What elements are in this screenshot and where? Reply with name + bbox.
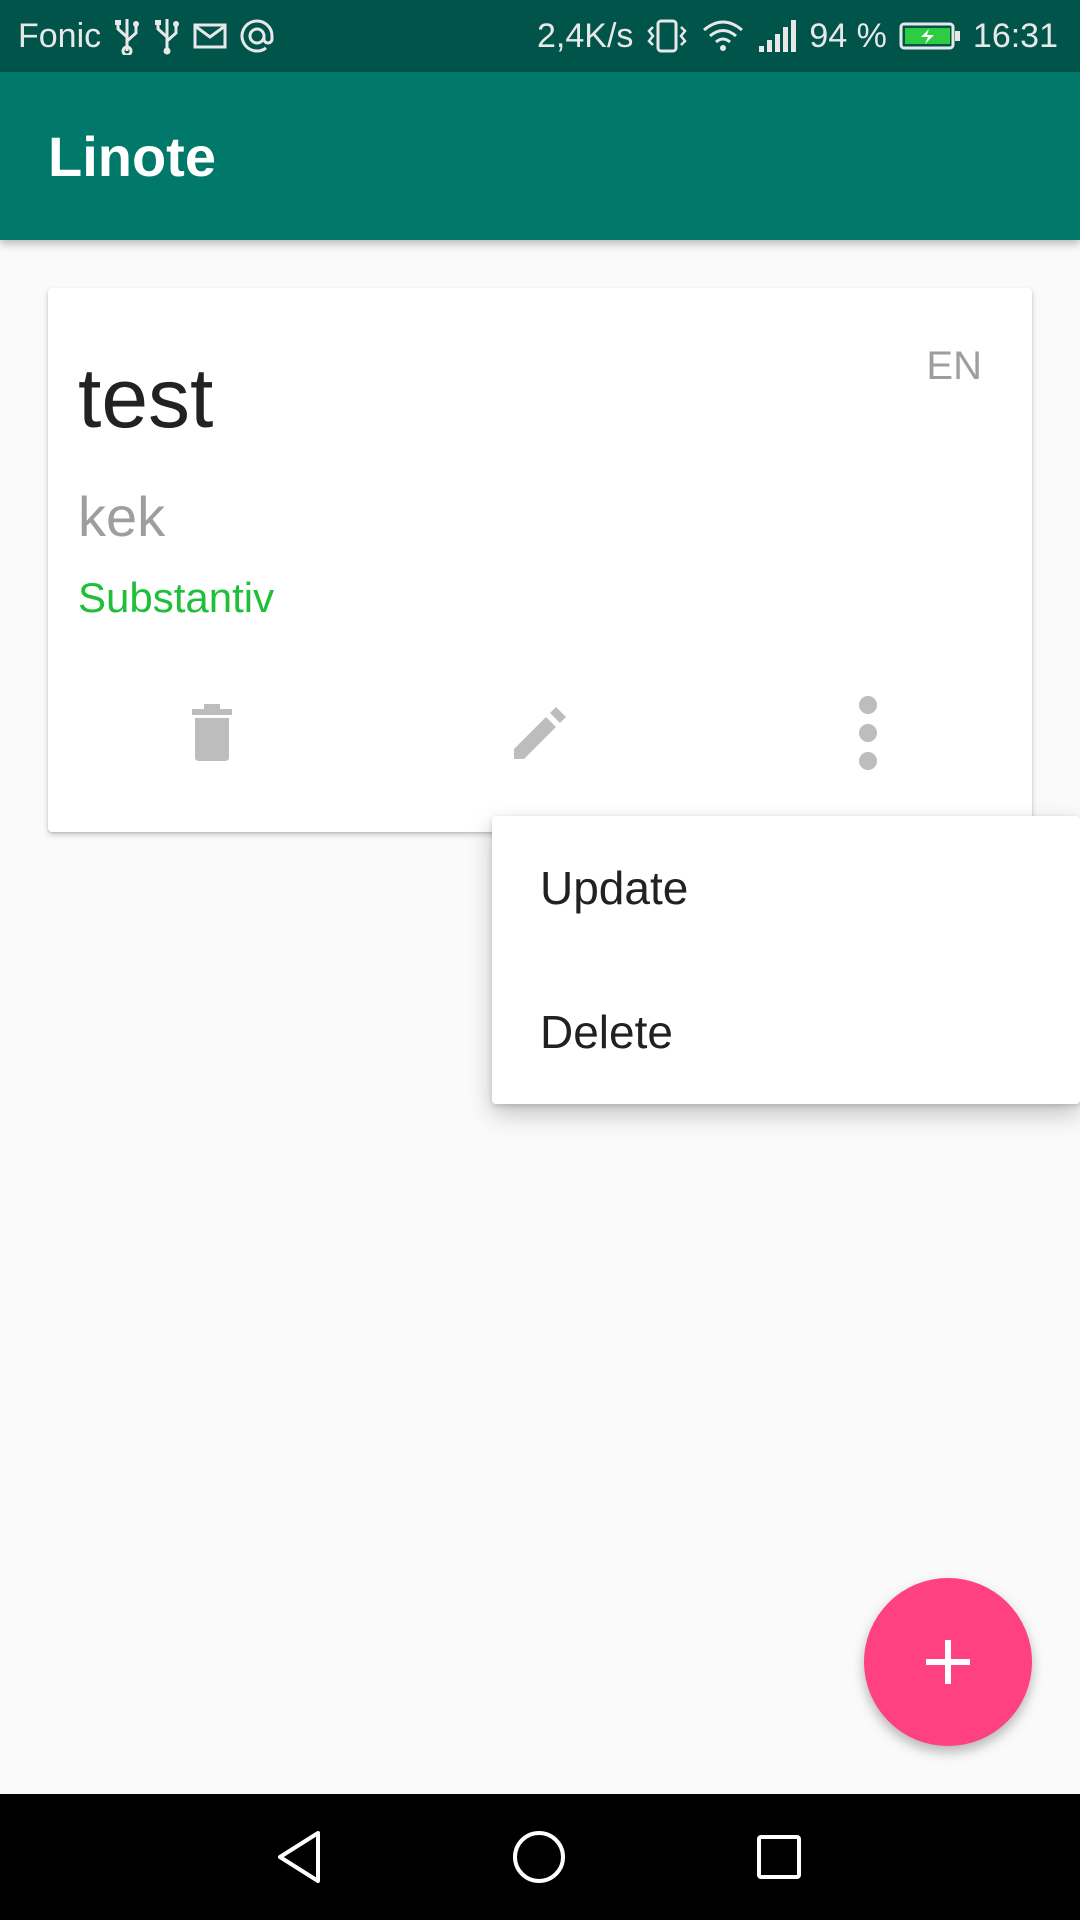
usb-icon — [113, 17, 141, 55]
note-word: test — [78, 351, 214, 445]
edit-icon — [514, 707, 566, 759]
popup-menu: Update Delete — [492, 816, 1080, 1104]
wifi-icon — [701, 18, 745, 54]
nav-recents-button[interactable] — [746, 1824, 812, 1890]
back-triangle-icon — [278, 1831, 320, 1883]
battery-percent: 94 % — [809, 16, 887, 55]
word-type-label: Substantiv — [78, 574, 275, 621]
status-bar-right: 2,4K/s 94 % 16:31 — [537, 17, 1058, 56]
vibrate-icon — [645, 18, 689, 54]
at-icon — [239, 18, 275, 54]
recents-square-icon — [757, 1835, 801, 1879]
note-translation: kek — [78, 485, 166, 548]
signal-icon — [757, 18, 797, 54]
nav-back-button[interactable] — [266, 1824, 332, 1890]
status-bar: Fonic 2,4K/s 94 % 16:31 — [0, 0, 1080, 72]
app-title: Linote — [48, 124, 216, 188]
usb-icon — [153, 17, 181, 55]
delete-icon — [192, 704, 232, 761]
language-label: EN — [926, 344, 982, 388]
delete-button[interactable] — [162, 688, 262, 778]
net-speed: 2,4K/s — [537, 16, 634, 55]
more-options-button[interactable] — [818, 688, 918, 778]
home-circle-icon — [513, 1831, 565, 1883]
app-bar: Linote — [0, 72, 1080, 240]
nav-home-button[interactable] — [506, 1824, 572, 1890]
card-actions — [48, 688, 1032, 778]
screen: Fonic 2,4K/s 94 % 16:31 Linote test EN k… — [0, 0, 1080, 1920]
edit-button[interactable] — [490, 688, 590, 778]
carrier-name: Fonic — [18, 16, 102, 55]
add-icon — [926, 1640, 970, 1684]
status-bar-left: Fonic — [18, 17, 275, 56]
menu-item-update[interactable]: Update — [492, 816, 1080, 960]
battery-charging-icon — [899, 21, 961, 51]
navigation-bar — [0, 1794, 1080, 1920]
more-vert-icon — [859, 696, 877, 770]
menu-item-delete[interactable]: Delete — [492, 960, 1080, 1104]
clock: 16:31 — [972, 16, 1058, 55]
add-note-fab[interactable] — [864, 1578, 1032, 1746]
note-card[interactable]: test EN kek Substantiv — [48, 288, 1032, 832]
mail-icon — [193, 22, 227, 50]
